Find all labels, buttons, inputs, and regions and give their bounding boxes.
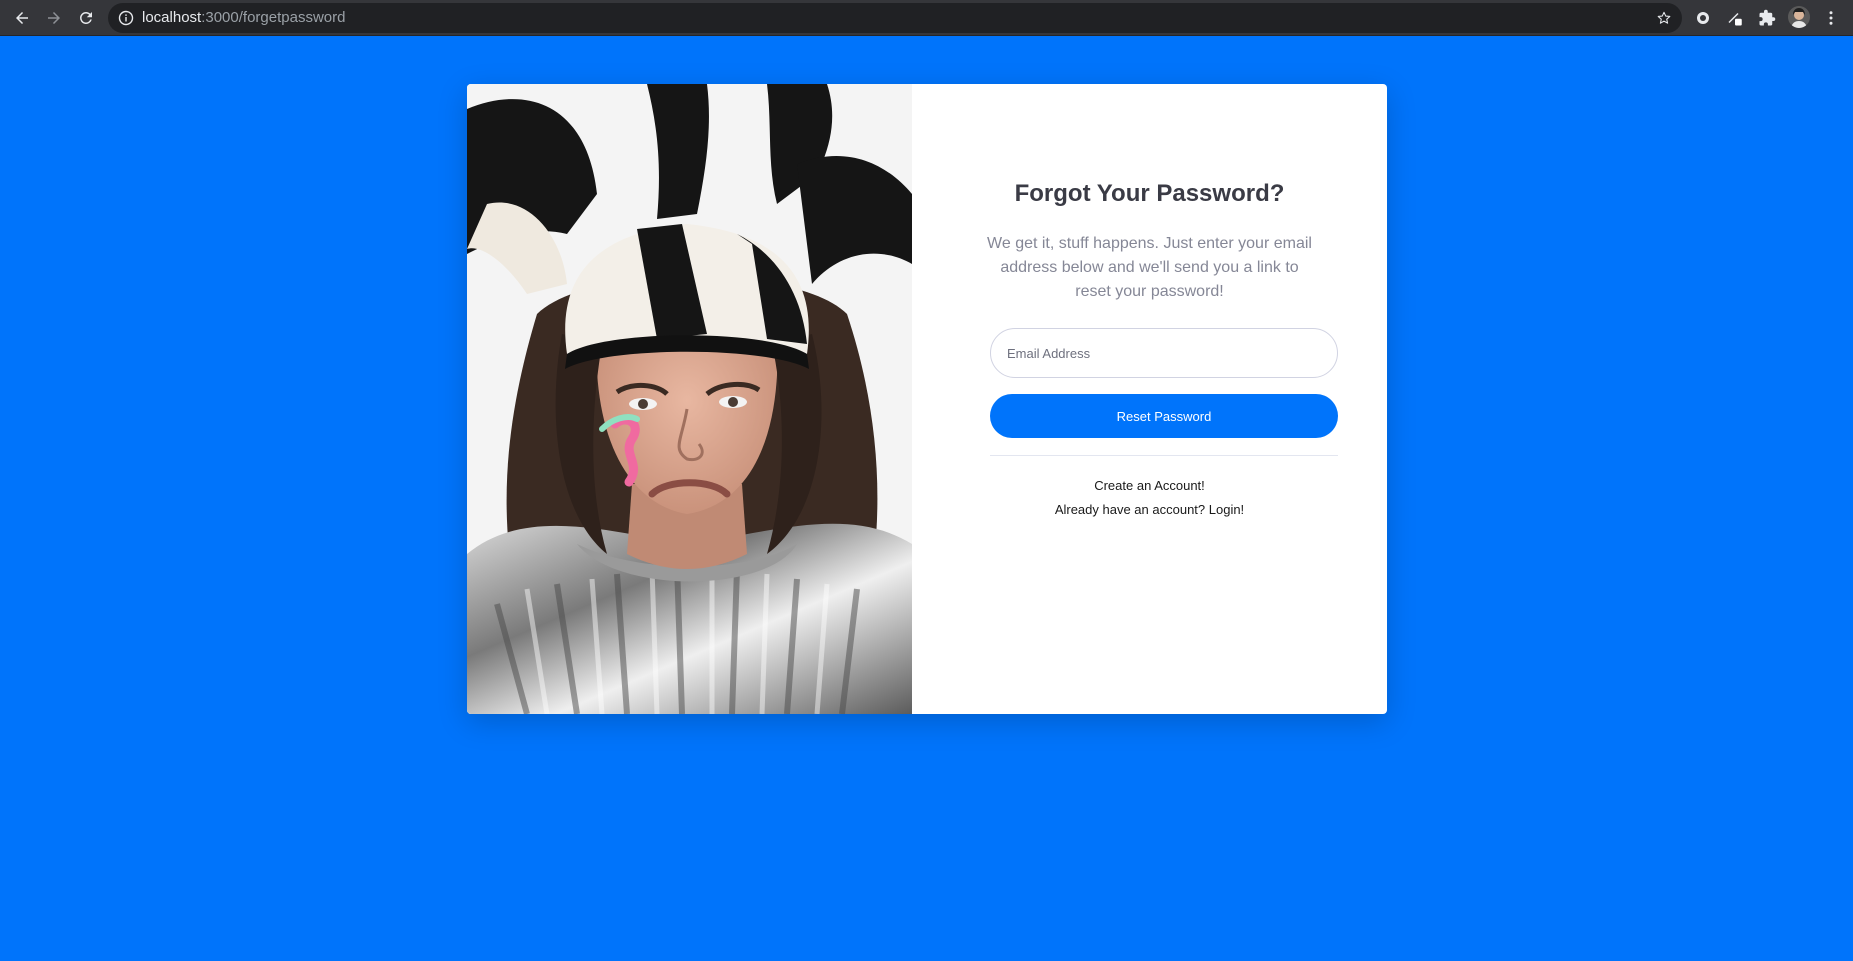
url-text[interactable]: localhost:3000/forgetpassword <box>142 3 345 33</box>
reload-button[interactable] <box>72 4 100 32</box>
puzzle-icon <box>1759 9 1776 26</box>
info-icon[interactable] <box>118 10 134 26</box>
login-link[interactable]: Already have an account? Login! <box>912 502 1387 517</box>
hero-image <box>467 84 912 714</box>
kebab-menu-icon <box>1829 11 1833 25</box>
forgot-password-card: Forgot Your Password? We get it, stuff h… <box>467 84 1387 714</box>
arrow-right-icon <box>48 12 60 24</box>
form-panel: Forgot Your Password? We get it, stuff h… <box>912 84 1387 714</box>
extensions-button[interactable] <box>1756 7 1778 29</box>
avatar-icon <box>1788 6 1810 28</box>
reload-icon <box>80 11 92 24</box>
forward-button[interactable] <box>40 4 68 32</box>
reset-password-button[interactable]: Reset Password <box>990 394 1338 438</box>
page-subtitle: We get it, stuff happens. Just enter you… <box>987 235 1312 300</box>
sad-jester-photo <box>467 84 912 714</box>
divider <box>990 455 1338 456</box>
browser-menu-button[interactable] <box>1820 7 1842 29</box>
circle-extension-icon <box>1697 12 1709 24</box>
extension-button[interactable] <box>1724 7 1746 29</box>
create-account-link[interactable]: Create an Account! <box>912 478 1387 493</box>
star-icon[interactable] <box>1656 10 1672 26</box>
profile-avatar[interactable] <box>1788 6 1810 28</box>
pen-extension-icon <box>1728 12 1742 26</box>
email-field[interactable] <box>990 328 1338 378</box>
browser-toolbar: localhost:3000/forgetpassword <box>0 0 1853 36</box>
address-bar[interactable]: localhost:3000/forgetpassword <box>108 3 1682 33</box>
back-button[interactable] <box>8 4 36 32</box>
extension-button[interactable] <box>1692 7 1714 29</box>
page-title: Forgot Your Password? <box>1014 180 1285 207</box>
arrow-left-icon <box>16 12 28 24</box>
url-host: localhost <box>142 9 202 26</box>
url-path: :3000/forgetpassword <box>201 9 346 26</box>
